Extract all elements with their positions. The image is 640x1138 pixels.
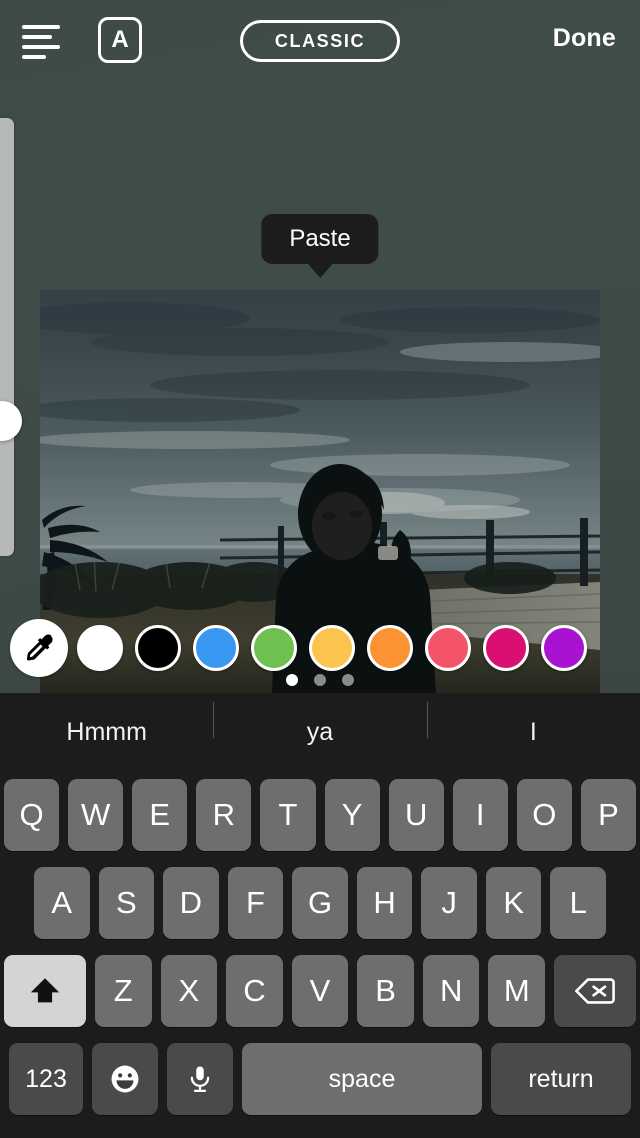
color-swatch-magenta[interactable] — [483, 625, 529, 671]
editor-top-bar: A CLASSIC Done — [0, 0, 640, 84]
key-c[interactable]: C — [226, 955, 283, 1027]
key-a[interactable]: A — [33, 867, 90, 939]
suggestion-0[interactable]: Hmmm — [0, 719, 213, 745]
key-w[interactable]: W — [68, 779, 124, 851]
key-e[interactable]: E — [132, 779, 188, 851]
page-dot-3[interactable] — [342, 674, 354, 686]
color-swatch-black[interactable] — [135, 625, 181, 671]
key-h[interactable]: H — [356, 867, 413, 939]
key-z[interactable]: Z — [94, 955, 152, 1027]
align-line-4 — [22, 55, 46, 59]
shift-arrow-icon — [30, 978, 60, 1003]
text-size-slider-knob[interactable] — [0, 401, 22, 441]
paste-tooltip[interactable]: Paste — [261, 214, 379, 265]
key-q[interactable]: Q — [4, 779, 60, 851]
emoji-key[interactable] — [92, 1043, 158, 1115]
key-t[interactable]: T — [260, 779, 316, 851]
return-key[interactable]: return — [491, 1043, 631, 1115]
key-s[interactable]: S — [98, 867, 155, 939]
suggestion-bar: Hmmm ya I — [0, 693, 640, 771]
key-u[interactable]: U — [388, 779, 444, 851]
key-j[interactable]: J — [421, 867, 477, 939]
color-swatch-white[interactable] — [77, 625, 123, 671]
font-style-button[interactable]: CLASSIC — [240, 20, 400, 62]
key-i[interactable]: I — [452, 779, 508, 851]
eyedropper-icon — [26, 634, 53, 661]
font-style-label: CLASSIC — [274, 30, 366, 51]
key-y[interactable]: Y — [324, 779, 380, 851]
color-swatch-red[interactable] — [425, 625, 471, 671]
story-canvas[interactable]: Paste A CLASSIC Done — [0, 0, 640, 693]
text-size-slider-track[interactable] — [0, 118, 14, 556]
space-key[interactable]: space — [242, 1043, 482, 1115]
text-background-button[interactable]: A — [98, 17, 142, 63]
emoji-smiley-icon — [111, 1065, 139, 1093]
key-m[interactable]: M — [488, 955, 546, 1027]
color-swatch-purple[interactable] — [541, 625, 587, 671]
done-button[interactable]: Done — [553, 24, 616, 53]
key-k[interactable]: K — [485, 867, 542, 939]
color-swatch-orange[interactable] — [367, 625, 413, 671]
keyboard-row-2: A S D F G H J K L — [0, 859, 640, 947]
key-l[interactable]: L — [550, 867, 607, 939]
backspace-icon — [575, 978, 615, 1004]
key-x[interactable]: X — [160, 955, 218, 1027]
page-dot-2[interactable] — [314, 674, 326, 686]
align-line-2 — [22, 35, 52, 39]
color-picker-row[interactable] — [0, 619, 640, 677]
text-align-icon[interactable] — [22, 22, 62, 62]
backspace-key[interactable] — [554, 955, 637, 1027]
key-r[interactable]: R — [196, 779, 252, 851]
numbers-key[interactable]: 123 — [9, 1043, 83, 1115]
key-g[interactable]: G — [292, 867, 348, 939]
done-label: Done — [552, 24, 616, 52]
page-dot-1[interactable] — [286, 674, 298, 686]
keyboard-row-4: 123 space return — [0, 1035, 640, 1123]
color-swatch-green[interactable] — [251, 625, 297, 671]
suggestion-1[interactable]: ya — [213, 701, 426, 745]
suggestion-2[interactable]: I — [426, 701, 640, 745]
key-o[interactable]: O — [516, 779, 572, 851]
key-f[interactable]: F — [227, 867, 284, 939]
app-root: Paste A CLASSIC Done Hmmm ya I Q W E R T… — [0, 0, 640, 1138]
color-page-dots — [286, 674, 354, 686]
keyboard-row-1: Q W E R T Y U I O P — [0, 771, 640, 859]
color-swatch-yellow[interactable] — [309, 625, 355, 671]
text-background-label: A — [111, 26, 129, 53]
key-v[interactable]: V — [291, 955, 349, 1027]
paste-tooltip-label: Paste — [289, 225, 351, 252]
microphone-icon — [190, 1066, 210, 1092]
microphone-key[interactable] — [167, 1043, 233, 1115]
keyboard: Hmmm ya I Q W E R T Y U I O P A S D F G … — [0, 693, 640, 1138]
color-swatch-blue[interactable] — [193, 625, 239, 671]
key-b[interactable]: B — [357, 955, 414, 1027]
key-d[interactable]: D — [163, 867, 219, 939]
align-line-3 — [22, 45, 60, 49]
eyedropper-button[interactable] — [10, 619, 68, 677]
key-p[interactable]: P — [580, 779, 636, 851]
key-n[interactable]: N — [422, 955, 480, 1027]
align-line-1 — [22, 25, 60, 29]
shift-key[interactable] — [3, 955, 86, 1027]
keyboard-row-3: Z X C V B N M — [0, 947, 640, 1035]
